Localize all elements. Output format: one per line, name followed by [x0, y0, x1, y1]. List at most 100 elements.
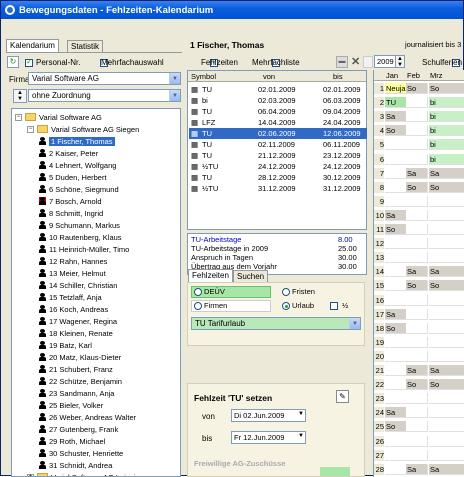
fristen-radio[interactable]	[282, 288, 290, 296]
day-cell[interactable]: bi	[429, 139, 464, 150]
day-cell[interactable]	[385, 464, 407, 475]
row-symbol[interactable]: TU	[202, 128, 212, 139]
year-input[interactable]: 2009	[374, 55, 396, 68]
bis-date-input[interactable]: Fr 12.Jun.2009 ▼	[231, 431, 306, 444]
day-cell[interactable]	[385, 252, 407, 263]
day-cell[interactable]: Sa	[385, 210, 407, 221]
day-cell[interactable]	[429, 238, 464, 249]
day-cell[interactable]	[406, 224, 428, 235]
row-bis[interactable]: 23.12.2009	[323, 150, 361, 161]
tree-item[interactable]: 15 Tetzlaff, Anja	[39, 292, 102, 302]
tree-item[interactable]: 27 Gutenberg, Frank	[39, 424, 118, 434]
day-cell[interactable]	[429, 252, 464, 263]
tree-item[interactable]: 30 Schuster, Henriette	[39, 448, 123, 458]
day-cell[interactable]: Sa	[385, 407, 407, 418]
row-von[interactable]: 02.01.2009	[258, 84, 296, 95]
personal-nr-checkbox[interactable]	[25, 59, 33, 67]
day-cell[interactable]: Neujahr	[385, 83, 407, 94]
tree-item[interactable]: 14 Schiller, Christian	[39, 280, 117, 290]
day-cell[interactable]	[429, 421, 464, 432]
day-cell[interactable]: Sa	[429, 464, 464, 475]
day-cell[interactable]	[429, 393, 464, 404]
day-cell[interactable]: So	[406, 182, 428, 193]
row-bis[interactable]: 02.01.2009	[323, 84, 361, 95]
row-von[interactable]: 02.03.2009	[258, 95, 296, 106]
day-cell[interactable]: Sa	[406, 266, 428, 277]
tree-item[interactable]: 12 Rahn, Hannes	[39, 256, 107, 266]
day-cell[interactable]: So	[429, 379, 464, 390]
tree-item[interactable]: 10 Rautenberg, Klaus	[39, 232, 122, 242]
row-bis[interactable]: 30.12.2009	[323, 172, 361, 183]
day-cell[interactable]: Sa	[406, 168, 428, 179]
day-cell[interactable]	[385, 196, 407, 207]
tree-item[interactable]: 8 Schmitt, Ingrid	[39, 208, 103, 218]
day-cell[interactable]	[406, 125, 428, 136]
tree-item[interactable]: 4 Lehnert, Wolfgang	[39, 160, 116, 170]
von-date-input[interactable]: Di 02.Jun.2009 ▼	[231, 409, 306, 422]
day-cell[interactable]	[385, 266, 407, 277]
tree-item[interactable]: 22 Schütze, Benjamin	[39, 376, 122, 386]
row-von[interactable]: 21.12.2009	[258, 150, 296, 161]
urlaub-radio[interactable]	[282, 302, 290, 310]
day-cell[interactable]	[429, 450, 464, 461]
tree-item[interactable]: −Varial Software AG	[15, 112, 102, 122]
day-cell[interactable]: Sa	[406, 464, 428, 475]
fristen-option[interactable]: Fristen	[282, 287, 315, 296]
day-cell[interactable]: bi	[429, 154, 464, 165]
row-symbol[interactable]: bi	[202, 95, 208, 106]
day-cell[interactable]	[406, 210, 428, 221]
row-symbol[interactable]: LFZ	[202, 117, 215, 128]
tree-item[interactable]: 21 Schubert, Franz	[39, 364, 113, 374]
day-cell[interactable]	[406, 436, 428, 447]
edit-icon[interactable]: ✎	[336, 390, 349, 403]
day-cell[interactable]	[385, 139, 407, 150]
day-cell[interactable]	[406, 421, 428, 432]
day-cell[interactable]	[429, 351, 464, 362]
tree-item[interactable]: 31 Schnidt, Andrea	[39, 460, 112, 470]
day-cell[interactable]	[406, 97, 428, 108]
day-cell[interactable]	[429, 436, 464, 447]
tree-item[interactable]: −Varial Software AG Siegen	[27, 124, 139, 134]
day-cell[interactable]	[406, 139, 428, 150]
day-cell[interactable]	[429, 210, 464, 221]
day-cell[interactable]: Sa	[429, 266, 464, 277]
deuev-option[interactable]: DEÜV	[191, 286, 271, 298]
row-bis[interactable]: 24.12.2009	[323, 161, 361, 172]
half-checkbox[interactable]	[330, 302, 338, 310]
day-cell[interactable]: bi	[429, 97, 464, 108]
day-cell[interactable]	[385, 337, 407, 348]
firma-select[interactable]: Varial Software AG ▼	[28, 72, 181, 85]
day-cell[interactable]: So	[406, 379, 428, 390]
day-cell[interactable]: bi	[429, 111, 464, 122]
expand-icon[interactable]: +	[27, 474, 34, 477]
day-cell[interactable]: So	[406, 83, 428, 94]
day-cell[interactable]: So	[429, 83, 464, 94]
row-bis[interactable]: 09.04.2009	[323, 106, 361, 117]
row-von[interactable]: 06.04.2009	[258, 106, 296, 117]
day-cell[interactable]	[406, 450, 428, 461]
tab-kalendarium[interactable]: Kalendarium	[6, 39, 59, 52]
tree-item[interactable]: 23 Sandmann, Anja	[39, 388, 114, 398]
day-cell[interactable]	[406, 295, 428, 306]
day-cell[interactable]	[429, 295, 464, 306]
day-cell[interactable]	[385, 365, 407, 376]
zuordnung-spinner[interactable]: ▲▼	[13, 89, 27, 103]
row-von[interactable]: 31.12.2009	[258, 183, 296, 194]
tree-item[interactable]: 7 Bosch, Arnold	[39, 196, 102, 206]
day-cell[interactable]	[385, 280, 407, 291]
tree-item[interactable]: 26 Weber, Andreas Walter	[39, 412, 136, 422]
day-cell[interactable]	[385, 154, 407, 165]
tab-fehlzeiten[interactable]: Fehlzeiten	[188, 269, 233, 282]
day-cell[interactable]: Sa	[385, 309, 407, 320]
day-cell[interactable]	[429, 407, 464, 418]
type-select[interactable]: TU Tarifurlaub ▼	[191, 317, 361, 330]
day-cell[interactable]	[406, 238, 428, 249]
row-symbol[interactable]: TU	[202, 84, 212, 95]
save-icon[interactable]: ▬	[336, 56, 348, 68]
day-cell[interactable]	[429, 323, 464, 334]
day-cell[interactable]	[385, 450, 407, 461]
day-cell[interactable]	[406, 407, 428, 418]
day-cell[interactable]	[385, 351, 407, 362]
col-von[interactable]: von	[263, 71, 275, 82]
day-cell[interactable]	[385, 182, 407, 193]
